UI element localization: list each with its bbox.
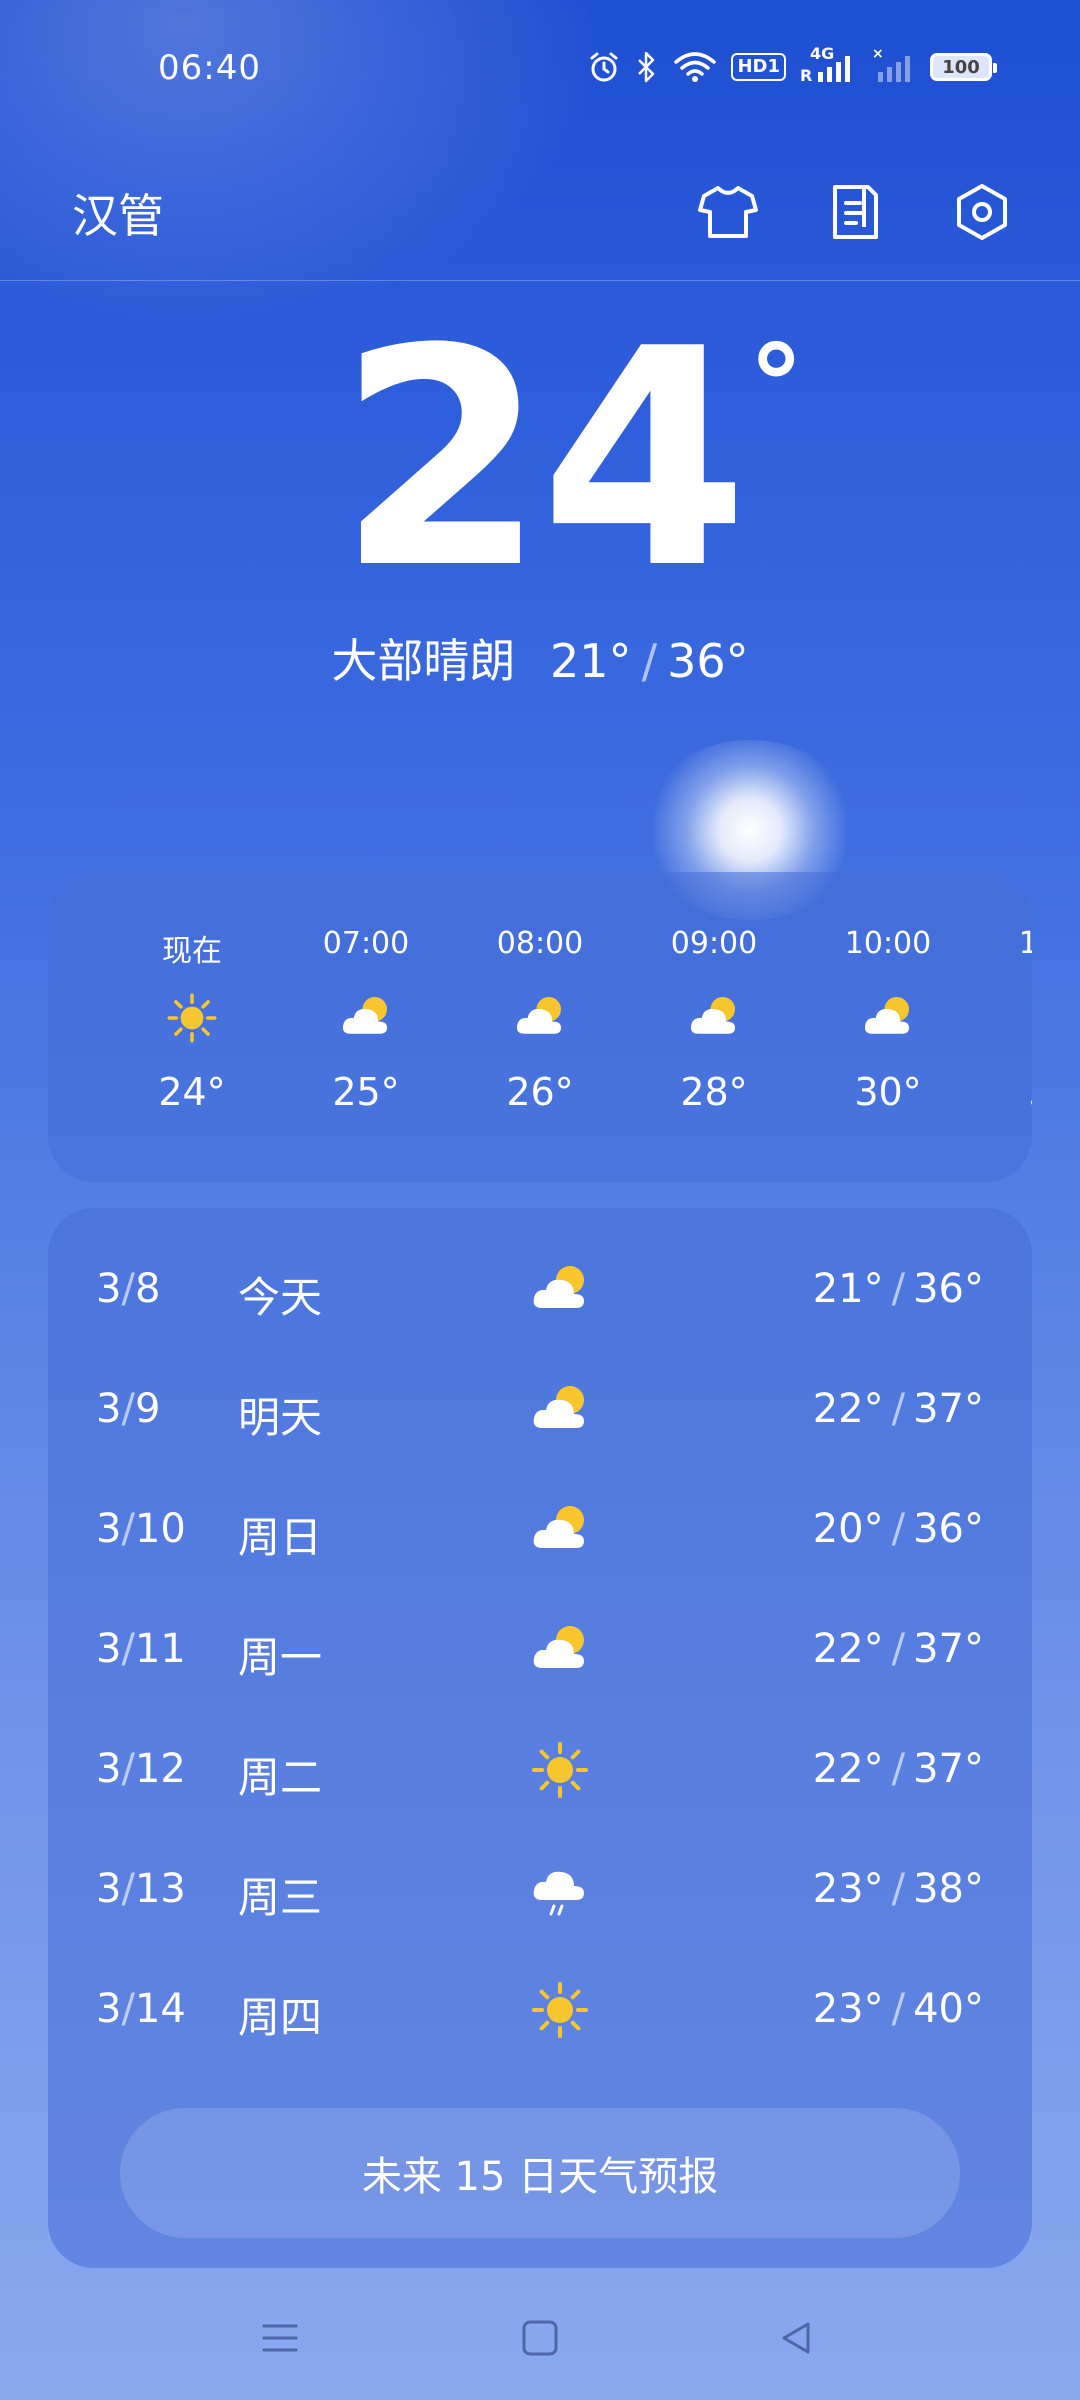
hourly-time: 11:00 — [1018, 926, 1032, 961]
cellular-signal-2: × — [870, 46, 916, 84]
daily-date: 3/13 — [96, 1866, 186, 1912]
hourly-temp: 26° — [506, 1070, 574, 1114]
daily-row[interactable]: 3/9 明天 22°/37° — [48, 1352, 1032, 1472]
daily-date: 3/11 — [96, 1626, 186, 1672]
daily-date: 3/8 — [96, 1266, 161, 1312]
daily-temp-range: 23°/40° — [812, 1986, 984, 2032]
status-time: 06:40 — [158, 48, 261, 88]
settings-hexagon-icon — [957, 184, 1007, 240]
sunny-icon — [528, 1978, 592, 2042]
hd-badge: HD1 — [731, 53, 786, 81]
hourly-temp: 32° — [992, 1070, 1032, 1114]
current-condition: 大部晴朗 — [331, 634, 516, 688]
daily-day-name: 明天 — [238, 1393, 323, 1442]
daily-date: 3/9 — [96, 1386, 161, 1432]
partly-cloudy-icon — [338, 990, 394, 1046]
daily-day-name: 周三 — [238, 1873, 323, 1922]
daily-temp-range: 22°/37° — [812, 1626, 984, 1672]
alarm-icon — [590, 52, 618, 82]
partly-cloudy-icon — [512, 990, 568, 1046]
battery-indicator: 100 — [930, 53, 997, 81]
home-button[interactable] — [500, 2298, 580, 2378]
daily-day-name: 周一 — [238, 1633, 323, 1682]
hourly-temp: 28° — [680, 1070, 748, 1114]
hourly-time: 10:00 — [844, 926, 932, 961]
current-temperature-value: 24 — [337, 285, 748, 634]
hourly-time: 09:00 — [670, 926, 758, 961]
hourly-forecast-card[interactable]: 现在 24° 07:00 25° 08:00 26° 09:00 28° 10:… — [48, 872, 1032, 1182]
daily-row[interactable]: 3/10 周日 20°/36° — [48, 1472, 1032, 1592]
sunny-icon — [528, 1738, 592, 1802]
home-square-icon — [522, 2320, 558, 2356]
news-button[interactable] — [815, 172, 895, 252]
status-bar: 06:40 HD1 4G R × 100 — [0, 0, 1080, 140]
degree-symbol: ° — [748, 321, 804, 449]
back-button[interactable] — [756, 2298, 836, 2378]
rain-icon — [528, 1858, 592, 1922]
range-separator: / — [641, 634, 658, 688]
daily-row[interactable]: 3/8 今天 21°/36° — [48, 1232, 1032, 1352]
current-summary: 大部晴朗 21°/36° — [0, 625, 1080, 691]
tshirt-icon — [698, 186, 758, 238]
wifi-icon — [674, 52, 717, 82]
cellular-signal-1: 4G R — [800, 44, 856, 85]
hourly-time: 08:00 — [496, 926, 584, 961]
partly-cloudy-icon — [528, 1618, 592, 1682]
daily-temp-range: 20°/36° — [812, 1506, 984, 1552]
hourly-time: 07:00 — [322, 926, 410, 961]
hourly-time: 现在 — [162, 934, 222, 969]
today-low: 21° — [550, 634, 632, 688]
settings-button[interactable] — [942, 172, 1022, 252]
document-icon — [833, 185, 878, 239]
daily-day-name: 周四 — [238, 1993, 323, 2042]
system-navigation-bar — [0, 2270, 1080, 2400]
hourly-temp: 25° — [332, 1070, 400, 1114]
daily-date: 3/14 — [96, 1986, 186, 2032]
bluetooth-icon — [638, 51, 655, 83]
app-header: 汉管 — [0, 150, 1080, 281]
sunny-icon — [164, 990, 220, 1046]
hourly-temp: 24° — [158, 1070, 226, 1114]
daily-row[interactable]: 3/13 周三 23°/38° — [48, 1832, 1032, 1952]
partly-cloudy-icon — [528, 1498, 592, 1562]
battery-level: 100 — [942, 56, 980, 78]
daily-day-name: 周二 — [238, 1753, 323, 1802]
clothing-button[interactable] — [688, 172, 768, 252]
city-name[interactable]: 汉管 — [72, 180, 164, 246]
hd-label: HD1 — [737, 56, 780, 77]
daily-forecast-card: 3/14 周四 23°/40° 3/13 周三 23°/38° 3/12 周二 … — [48, 1208, 1032, 2268]
hourly-temp: 30° — [854, 1070, 922, 1114]
daily-temp-range: 23°/38° — [812, 1866, 984, 1912]
15-day-forecast-button[interactable]: 未来 15 日天气预报 — [120, 2108, 960, 2238]
daily-temp-range: 22°/37° — [812, 1386, 984, 1432]
daily-row[interactable]: 3/12 周二 22°/37° — [48, 1712, 1032, 1832]
partly-cloudy-icon — [528, 1378, 592, 1442]
signal-bars-icon — [818, 56, 850, 82]
current-temperature: 24 ° — [0, 310, 1080, 610]
recent-apps-button[interactable] — [240, 2298, 320, 2378]
status-icons: HD1 4G R × 100 — [587, 44, 997, 85]
signal-bars-empty-icon — [878, 56, 910, 82]
daily-date: 3/10 — [96, 1506, 186, 1552]
menu-lines-icon — [262, 2324, 298, 2352]
roaming-label: R — [800, 66, 813, 85]
daily-temp-range: 21°/36° — [812, 1266, 984, 1312]
daily-date: 3/12 — [96, 1746, 186, 1792]
back-triangle-icon — [782, 2322, 810, 2354]
partly-cloudy-icon — [686, 990, 742, 1046]
daily-day-name: 周日 — [238, 1513, 323, 1562]
partly-cloudy-icon — [860, 990, 916, 1046]
daily-row[interactable]: 3/11 周一 22°/37° — [48, 1592, 1032, 1712]
daily-day-name: 今天 — [238, 1273, 323, 1322]
daily-temp-range: 22°/37° — [812, 1746, 984, 1792]
daily-row[interactable]: 3/14 周四 23°/40° — [48, 1952, 1032, 2072]
partly-cloudy-icon — [528, 1258, 592, 1322]
today-high: 36° — [667, 634, 749, 688]
